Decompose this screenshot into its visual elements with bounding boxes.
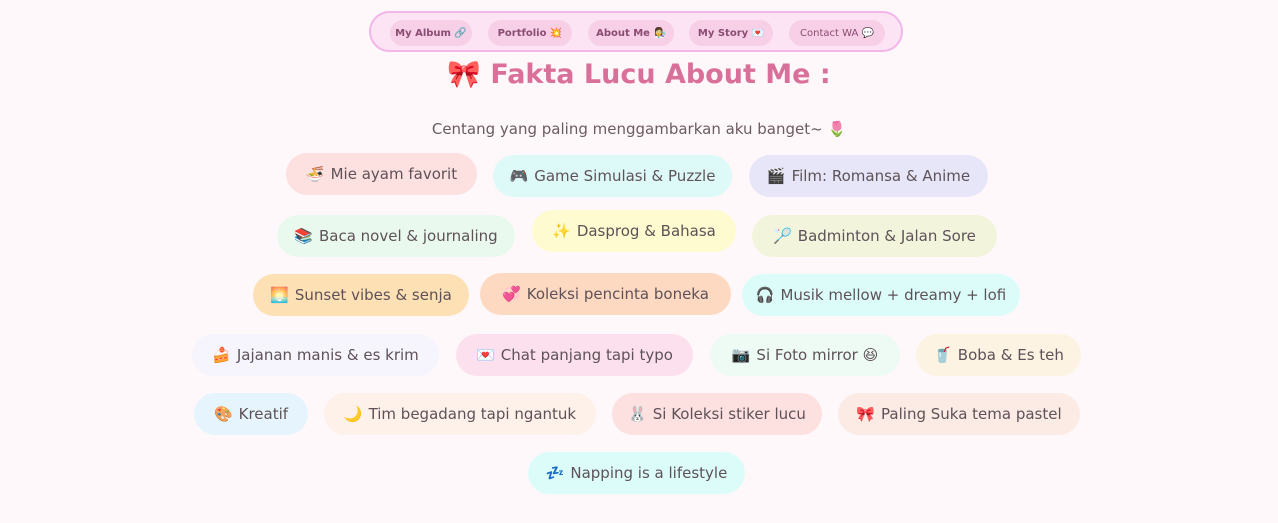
nav-my-story[interactable]: My Story 💌 bbox=[689, 20, 773, 46]
fact-chip-label: Si Foto mirror 😆 bbox=[756, 346, 879, 364]
moon-icon: 🌙 bbox=[343, 405, 363, 423]
ribbon-icon: 🎀 bbox=[856, 405, 876, 423]
zzz-icon: 💤 bbox=[545, 464, 565, 482]
fact-chip-label: Boba & Es teh bbox=[957, 346, 1064, 364]
fact-chip-label: Chat panjang tapi typo bbox=[500, 346, 673, 364]
fact-chip-kreatif[interactable]: 🎨 Kreatif bbox=[194, 393, 308, 435]
love-letter-icon: 💌 bbox=[476, 346, 495, 364]
fact-chip-label: Si Koleksi stiker lucu bbox=[652, 405, 806, 423]
nav-bar: My Album 🔗 Portfolio 💥 About Me 👩‍🔬 My S… bbox=[369, 11, 903, 52]
fact-chip-label: Mie ayam favorit bbox=[330, 165, 458, 183]
fact-chip-boba[interactable]: 🥤 Boba & Es teh bbox=[916, 334, 1081, 376]
noodle-icon: 🍜 bbox=[305, 165, 325, 183]
fact-chip-dasprog[interactable]: ✨ Dasprog & Bahasa bbox=[532, 210, 736, 252]
fact-chip-label: Paling Suka tema pastel bbox=[881, 405, 1062, 423]
cup-icon: 🥤 bbox=[933, 346, 952, 364]
fact-chip-label: Film: Romansa & Anime bbox=[791, 167, 971, 185]
fact-chip-label: Badminton & Jalan Sore bbox=[797, 227, 976, 245]
fact-chip-boneka[interactable]: 💞 Koleksi pencinta boneka bbox=[480, 273, 731, 315]
fact-chip-film[interactable]: 🎬 Film: Romansa & Anime bbox=[749, 155, 988, 197]
fact-chip-foto-mirror[interactable]: 📷 Si Foto mirror 😆 bbox=[710, 334, 900, 376]
fact-chip-badminton[interactable]: 🏸 Badminton & Jalan Sore bbox=[752, 215, 997, 257]
gamepad-icon: 🎮 bbox=[509, 167, 529, 185]
fact-chip-stiker[interactable]: 🐰 Si Koleksi stiker lucu bbox=[612, 393, 822, 435]
fact-chip-game[interactable]: 🎮 Game Simulasi & Puzzle bbox=[493, 155, 732, 197]
fact-chip-sunset[interactable]: 🌅 Sunset vibes & senja bbox=[253, 274, 469, 316]
fact-chip-label: Napping is a lifestyle bbox=[570, 464, 728, 482]
fact-chip-label: Game Simulasi & Puzzle bbox=[534, 167, 716, 185]
fact-chip-label: Kreatif bbox=[238, 405, 289, 423]
headphones-icon: 🎧 bbox=[755, 286, 775, 304]
nav-contact-wa[interactable]: Contact WA 💬 bbox=[789, 20, 885, 46]
nav-my-album[interactable]: My Album 🔗 bbox=[390, 20, 472, 46]
clapper-icon: 🎬 bbox=[766, 167, 786, 185]
fact-chip-jajanan[interactable]: 🍰 Jajanan manis & es krim bbox=[192, 334, 439, 376]
fact-chip-mie-ayam[interactable]: 🍜 Mie ayam favorit bbox=[286, 153, 477, 195]
fact-chip-label: Tim begadang tapi ngantuk bbox=[368, 405, 577, 423]
fact-chip-label: Dasprog & Bahasa bbox=[576, 222, 716, 240]
hearts-icon: 💞 bbox=[502, 285, 521, 303]
rabbit-icon: 🐰 bbox=[628, 405, 647, 423]
nav-about-me[interactable]: About Me 👩‍🔬 bbox=[588, 20, 674, 46]
sparkles-icon: ✨ bbox=[552, 222, 571, 240]
fact-chip-label: Baca novel & journaling bbox=[318, 227, 498, 245]
camera-icon: 📷 bbox=[731, 346, 751, 364]
page-subtitle: Centang yang paling menggambarkan aku ba… bbox=[431, 120, 847, 138]
fact-chip-begadang[interactable]: 🌙 Tim begadang tapi ngantuk bbox=[324, 393, 596, 435]
fact-chip-label: Koleksi pencinta boneka bbox=[526, 285, 709, 303]
fact-chip-chat[interactable]: 💌 Chat panjang tapi typo bbox=[456, 334, 693, 376]
fact-chip-musik[interactable]: 🎧 Musik mellow + dreamy + lofi bbox=[742, 274, 1020, 316]
page: My Album 🔗 Portfolio 💥 About Me 👩‍🔬 My S… bbox=[0, 0, 1278, 523]
fact-chip-label: Musik mellow + dreamy + lofi bbox=[780, 286, 1007, 304]
fact-chip-label: Jajanan manis & es krim bbox=[236, 346, 419, 364]
fact-chip-napping[interactable]: 💤 Napping is a lifestyle bbox=[528, 452, 745, 494]
cake-icon: 🍰 bbox=[212, 346, 231, 364]
palette-icon: 🎨 bbox=[213, 405, 233, 423]
fact-chip-label: Sunset vibes & senja bbox=[294, 286, 452, 304]
sunset-icon: 🌅 bbox=[270, 286, 289, 304]
books-icon: 📚 bbox=[294, 227, 313, 245]
page-title: 🎀 Fakta Lucu About Me : bbox=[447, 59, 831, 90]
fact-chip-pastel[interactable]: 🎀 Paling Suka tema pastel bbox=[838, 393, 1080, 435]
badminton-icon: 🏸 bbox=[773, 227, 792, 245]
nav-portfolio[interactable]: Portfolio 💥 bbox=[488, 20, 572, 46]
fact-chip-baca-novel[interactable]: 📚 Baca novel & journaling bbox=[277, 215, 515, 257]
